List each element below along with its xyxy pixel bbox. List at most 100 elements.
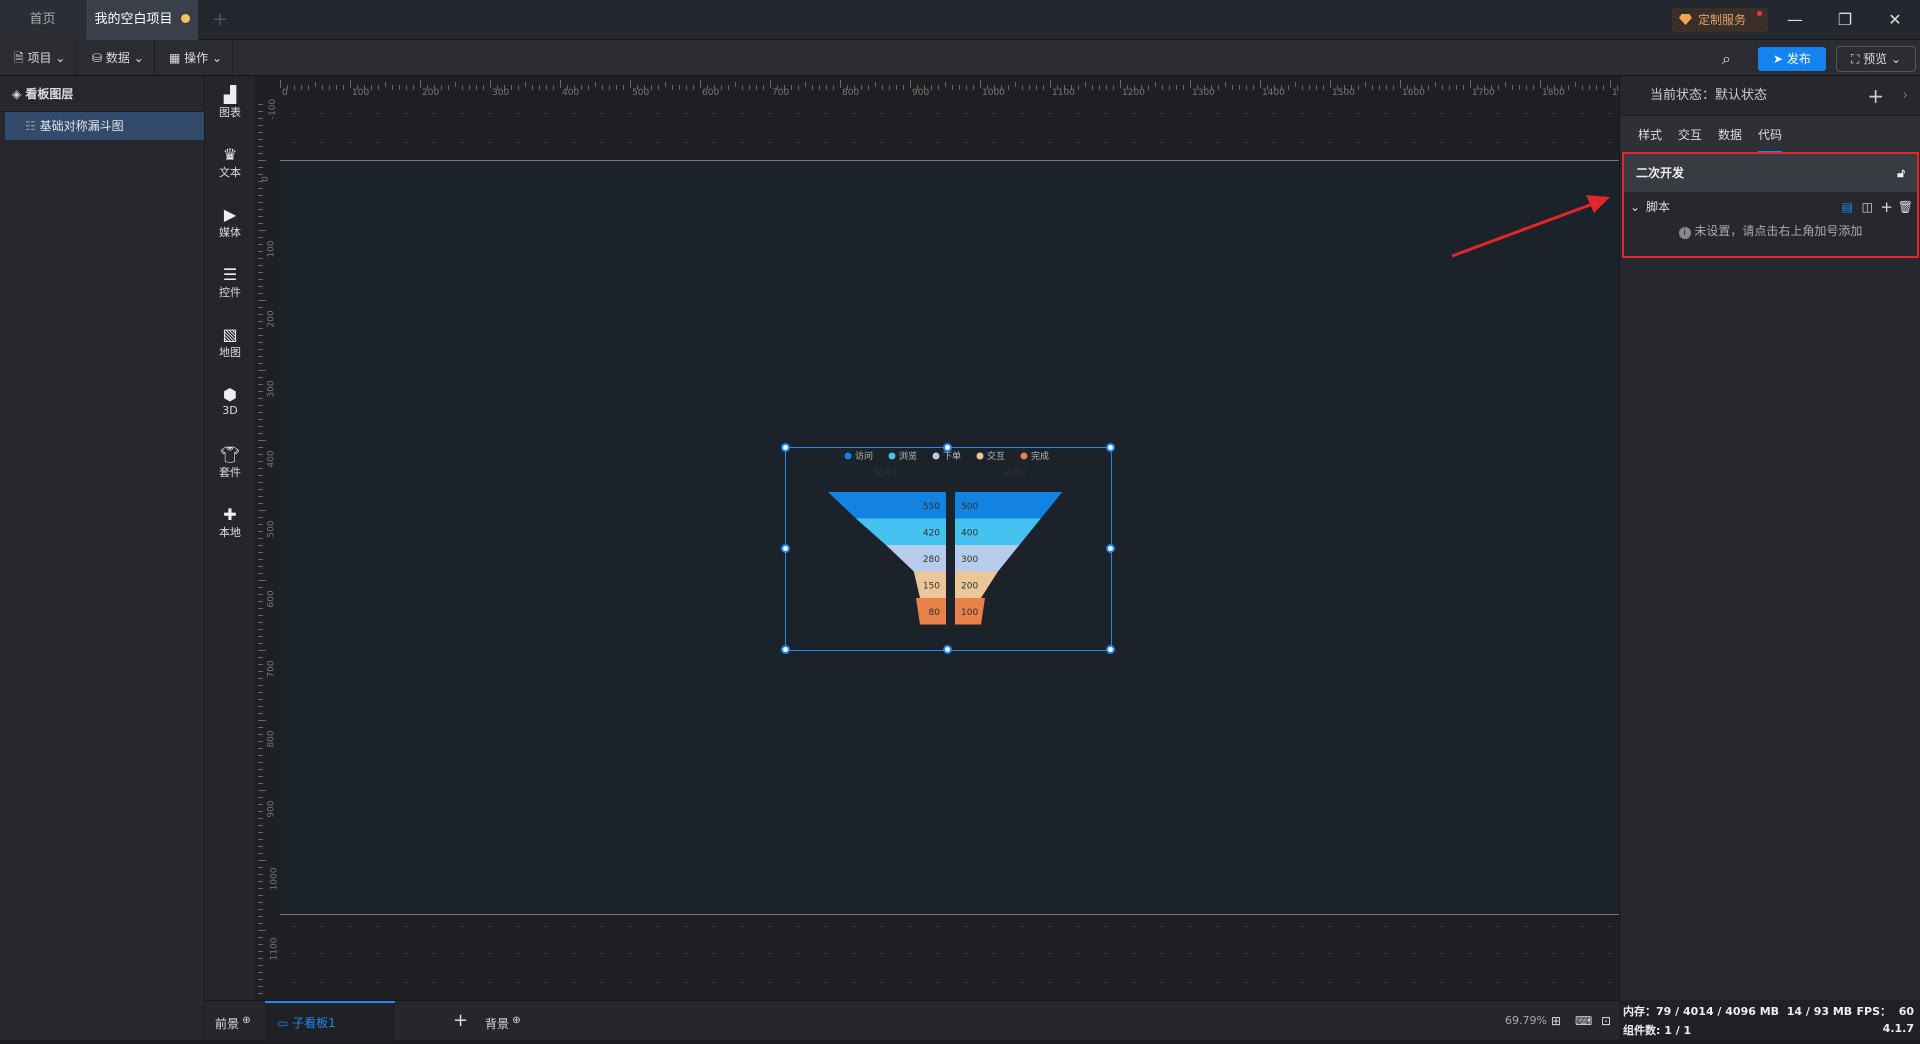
- close-button[interactable]: ✕: [1875, 0, 1915, 40]
- tab-3[interactable]: 代码: [1758, 126, 1783, 153]
- notification-dot: [1757, 11, 1762, 16]
- ruler-tick: [595, 82, 596, 87]
- ruler-tick: [258, 363, 263, 364]
- ruler-tick: [1232, 85, 1233, 90]
- ruler-tick: [258, 209, 263, 210]
- publish-button[interactable]: ➤ 发布: [1758, 47, 1826, 71]
- ruler-tick: [1603, 85, 1604, 90]
- resize-handle[interactable]: [943, 442, 952, 452]
- background-tab[interactable]: 背景 ⊕: [485, 1001, 521, 1041]
- ruler-tick: [258, 342, 263, 343]
- terminal-icon[interactable]: ⊡: [1601, 1001, 1611, 1041]
- horizontal-ruler: 0 100 200 300 400 500 600 700 800 900 1000 1100 1200…: [255, 76, 1620, 100]
- resize-handle[interactable]: [1105, 442, 1115, 452]
- component-suite[interactable]: 👕︎ 套件: [205, 446, 255, 480]
- add-tab-button[interactable]: +: [205, 0, 235, 40]
- ruler-tick: [1099, 85, 1100, 90]
- ruler-tick: [1330, 80, 1331, 88]
- ruler-tick: [763, 85, 764, 90]
- chevron-down-icon[interactable]: ⌄: [1630, 192, 1640, 222]
- add-board-button[interactable]: +: [453, 1001, 468, 1041]
- menu-data[interactable]: ⛁ 数据 ⌄: [82, 40, 155, 76]
- search-icon[interactable]: ⌕: [1722, 49, 1731, 69]
- preview-button[interactable]: ⛶ 预览 ⌄: [1836, 46, 1916, 72]
- ruler-tick: [258, 909, 263, 910]
- ruler-tick: [1029, 85, 1030, 90]
- ruler-tick: [623, 85, 624, 90]
- subboard-tab[interactable]: ▭ 子看板1: [265, 1001, 395, 1041]
- resize-handle[interactable]: [1105, 543, 1115, 553]
- component-puzzle[interactable]: ✚ 本地: [205, 506, 255, 540]
- resize-handle[interactable]: [780, 442, 790, 452]
- legend-label[interactable]: 完成: [1031, 450, 1049, 462]
- add-script-icon[interactable]: +: [1880, 192, 1893, 222]
- funnel-chart-widget[interactable]: 访问 浏览 下单 交互 完成 站点1 550 420 280 150 80 站点2 500 400 300 2…: [780, 442, 1115, 654]
- ruler-tick: [721, 85, 722, 90]
- custom-service-button[interactable]: 定制服务: [1672, 8, 1768, 32]
- component-control[interactable]: ☰ 控件: [205, 266, 255, 300]
- trash-icon[interactable]: 🗑︎: [1898, 192, 1913, 222]
- puzzle-icon: ✚: [223, 505, 237, 524]
- ruler-tick: [1358, 85, 1359, 90]
- legend-label[interactable]: 下单: [943, 450, 961, 462]
- ruler-tick: [258, 895, 263, 896]
- restore-button[interactable]: ❐: [1825, 0, 1865, 40]
- ruler-tick: [1190, 80, 1191, 88]
- fit-screen-icon[interactable]: ⊞: [1551, 1001, 1561, 1041]
- ruler-label: 600: [266, 590, 277, 608]
- component-media[interactable]: ▶ 媒体: [205, 206, 255, 240]
- add-circle-icon[interactable]: ⊕: [509, 1015, 520, 1026]
- legend-label[interactable]: 交互: [987, 450, 1005, 462]
- ruler-label: 1800: [1542, 88, 1565, 98]
- tab-bar: 首页 我的空白项目 + 定制服务 — ❐ ✕: [0, 0, 1920, 40]
- ruler-tick: [1575, 82, 1576, 87]
- tab-project[interactable]: 我的空白项目: [86, 0, 198, 40]
- ruler-tick: [455, 82, 456, 87]
- zoom-level[interactable]: 69.79%: [1505, 1001, 1547, 1041]
- ruler-tick: [258, 328, 263, 329]
- legend-label[interactable]: 浏览: [899, 450, 917, 462]
- lock-icon[interactable]: 🔓︎: [1897, 154, 1905, 192]
- ruler-tick: [336, 85, 337, 90]
- ruler-tick: [301, 85, 302, 90]
- resize-handle[interactable]: [780, 543, 790, 553]
- component-map[interactable]: ▧ 地图: [205, 326, 255, 360]
- ruler-tick: [258, 286, 263, 287]
- panel-icon[interactable]: ◫: [1862, 192, 1873, 222]
- menu-operate[interactable]: ▦ 操作 ⌄: [159, 40, 234, 76]
- ruler-label: 300: [492, 88, 510, 98]
- component-chart[interactable]: ▟ 图表: [205, 86, 255, 120]
- resize-handle[interactable]: [780, 644, 790, 654]
- data-label: 300: [961, 555, 978, 565]
- add-circle-icon[interactable]: ⊕: [239, 1015, 250, 1026]
- ruler-tick: [931, 85, 932, 90]
- add-state-icon[interactable]: +: [1867, 76, 1884, 116]
- ruler-tick: [959, 85, 960, 90]
- resize-handle[interactable]: [1105, 644, 1115, 654]
- ruler-tick: [1239, 85, 1240, 90]
- resize-handle[interactable]: [943, 644, 952, 654]
- legend-label[interactable]: 访问: [855, 450, 873, 462]
- tab-2[interactable]: 数据: [1718, 126, 1742, 143]
- current-state[interactable]: 当前状态：默认状态: [1650, 88, 1767, 103]
- tab-1[interactable]: 交互: [1678, 126, 1702, 143]
- annotation-arrow: [1451, 195, 1610, 258]
- chevron-right-icon[interactable]: ›: [1903, 76, 1908, 116]
- ruler-tick: [258, 650, 266, 651]
- tab-home[interactable]: 首页: [0, 0, 85, 40]
- ruler-tick: [630, 80, 631, 88]
- tab-label: 前景: [215, 1017, 240, 1031]
- keyboard-icon[interactable]: ⌨: [1575, 1001, 1592, 1041]
- ruler-tick: [658, 85, 659, 90]
- layer-item[interactable]: ☷ 基础对称漏斗图: [5, 112, 204, 140]
- menu-project[interactable]: 🗎 项目 ⌄: [4, 40, 77, 76]
- component-text[interactable]: ♛ 文本: [205, 146, 255, 180]
- script-row[interactable]: ⌄ 脚本 ▤ ◫ + 🗑︎: [1624, 192, 1917, 222]
- ruler-tick: [258, 636, 263, 637]
- minimize-button[interactable]: —: [1775, 0, 1815, 40]
- fps: FPS： 60: [1856, 1005, 1914, 1018]
- foreground-tab[interactable]: 前景 ⊕: [215, 1001, 251, 1041]
- layout-icon[interactable]: ▤: [1842, 192, 1853, 222]
- component-cube[interactable]: ⬢ 3D: [205, 386, 255, 418]
- tab-0[interactable]: 样式: [1638, 126, 1662, 143]
